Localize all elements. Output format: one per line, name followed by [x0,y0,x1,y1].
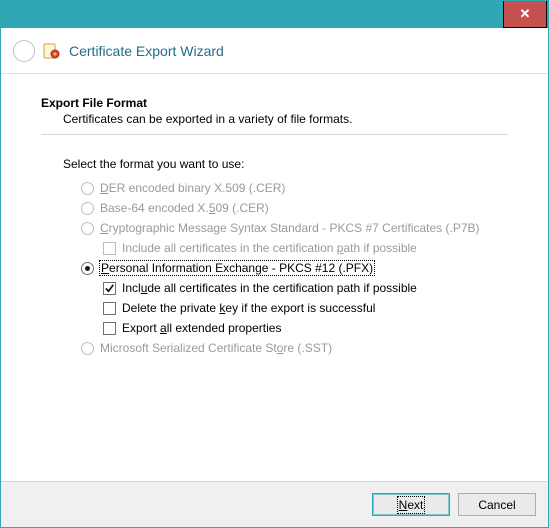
close-icon: ✕ [520,6,531,22]
checkbox-icon [103,302,116,315]
option-der-label: DER encoded binary X.509 (.CER) [100,181,285,195]
option-p7b: Cryptographic Message Syntax Standard - … [81,221,508,235]
format-options: DER encoded binary X.509 (.CER) Base-64 … [81,181,508,355]
wizard-title: Certificate Export Wizard [69,43,224,59]
radio-icon [81,222,94,235]
back-button[interactable] [13,40,35,62]
option-der: DER encoded binary X.509 (.CER) [81,181,508,195]
certificate-icon [43,42,61,60]
next-button[interactable]: Next [372,493,450,516]
titlebar: ✕ [1,1,548,28]
wizard-header: Certificate Export Wizard [1,28,548,74]
option-p7b-include-path: Include all certificates in the certific… [103,241,508,255]
section-heading: Export File Format [41,96,508,110]
option-base64-label: Base-64 encoded X.509 (.CER) [100,201,269,215]
format-prompt: Select the format you want to use: [63,157,508,171]
option-pfx-label: Personal Information Exchange - PKCS #12… [100,261,374,275]
divider [41,134,508,135]
radio-icon [81,262,94,275]
option-pfx-extended-props[interactable]: Export all extended properties [103,321,508,335]
option-p7b-include-path-label: Include all certificates in the certific… [122,241,417,255]
option-sst: Microsoft Serialized Certificate Store (… [81,341,508,355]
option-pfx-delete-key[interactable]: Delete the private key if the export is … [103,301,508,315]
close-button[interactable]: ✕ [503,1,547,28]
option-pfx-include-path-label: Include all certificates in the certific… [122,281,417,295]
option-sst-label: Microsoft Serialized Certificate Store (… [100,341,332,355]
checkbox-icon [103,282,116,295]
option-base64: Base-64 encoded X.509 (.CER) [81,201,508,215]
wizard-window: ✕ Certificate Export Wizard Export File … [0,0,549,528]
option-pfx-delete-key-label: Delete the private key if the export is … [122,301,375,315]
radio-icon [81,182,94,195]
radio-icon [81,342,94,355]
option-pfx-extended-props-label: Export all extended properties [122,321,281,335]
wizard-content: Export File Format Certificates can be e… [1,74,548,481]
option-pfx-include-path[interactable]: Include all certificates in the certific… [103,281,508,295]
section-description: Certificates can be exported in a variet… [63,112,508,126]
cancel-button[interactable]: Cancel [458,493,536,516]
option-pfx[interactable]: Personal Information Exchange - PKCS #12… [81,261,508,275]
radio-icon [81,202,94,215]
option-p7b-label: Cryptographic Message Syntax Standard - … [100,221,480,235]
checkbox-icon [103,242,116,255]
checkbox-icon [103,322,116,335]
wizard-footer: Next Cancel [1,481,548,527]
